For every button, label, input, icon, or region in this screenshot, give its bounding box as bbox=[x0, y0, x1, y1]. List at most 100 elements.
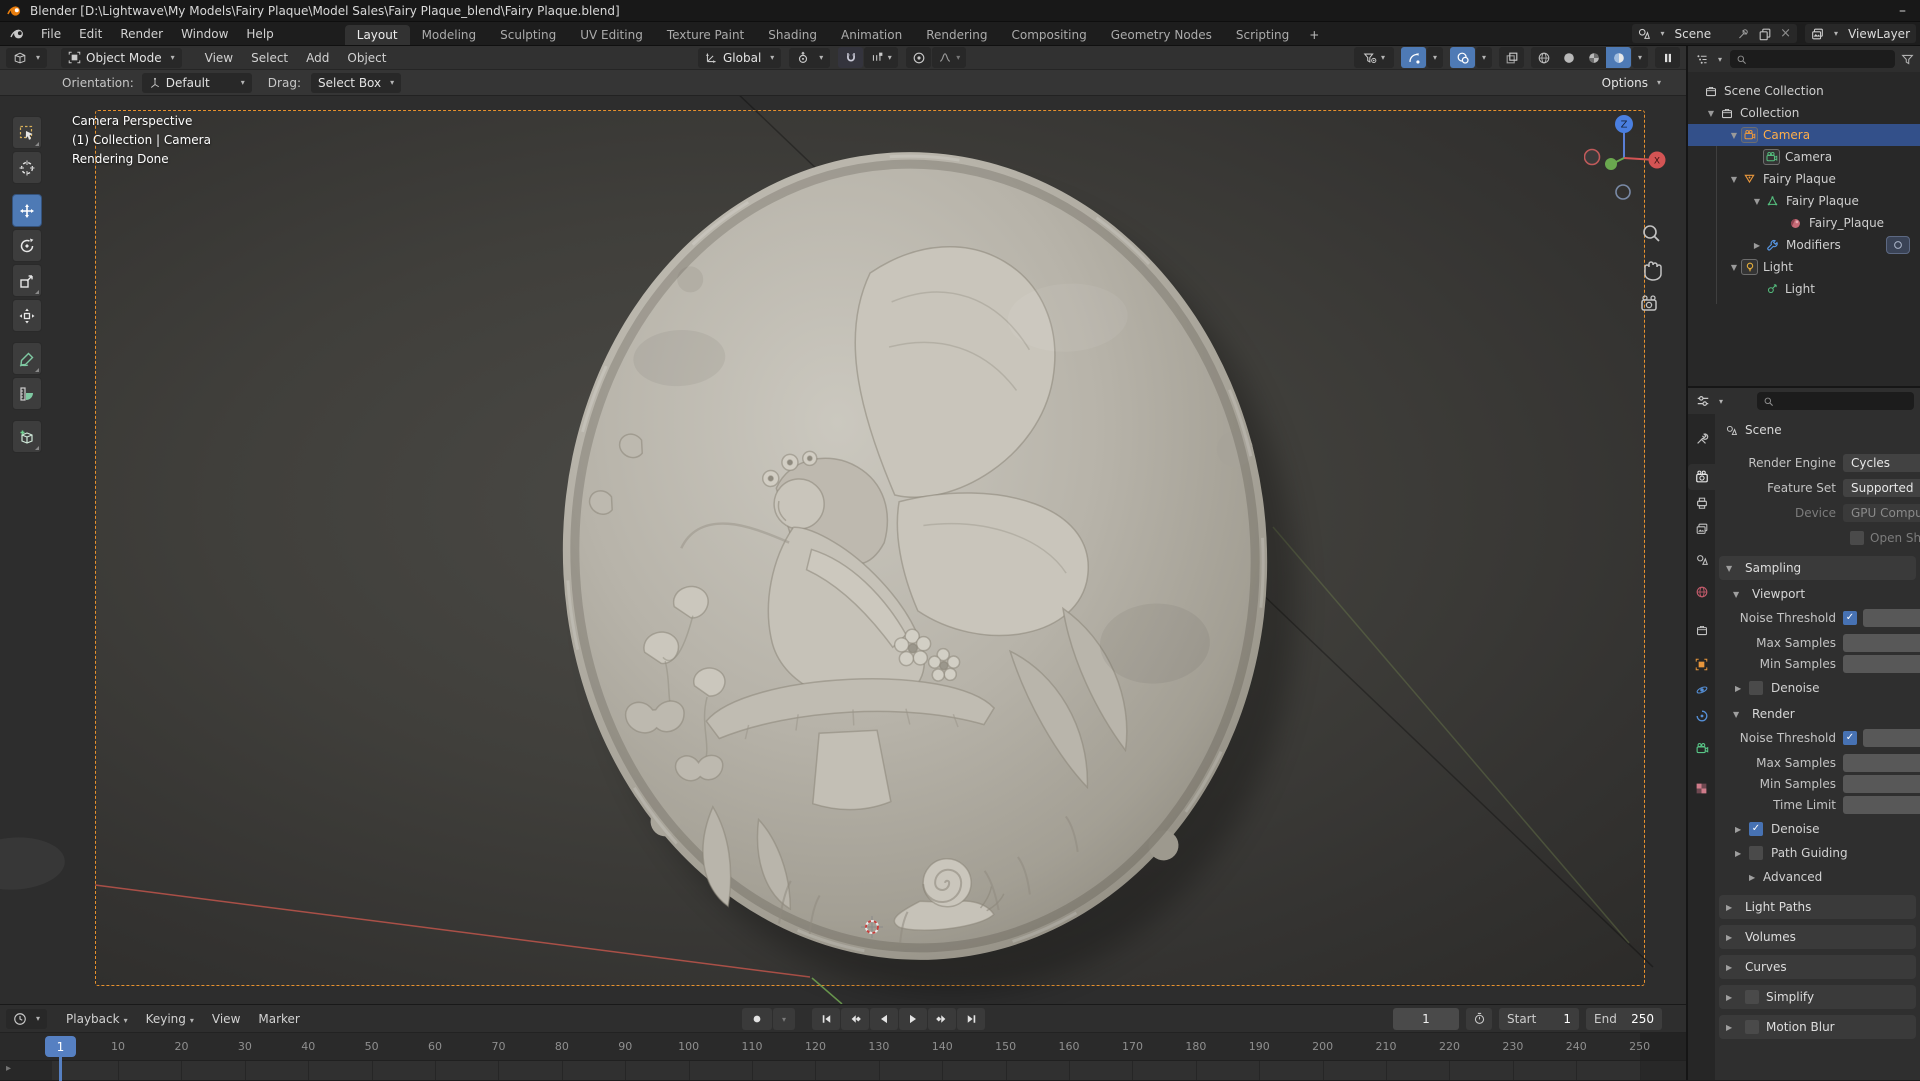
options-dropdown[interactable]: Options ▾ bbox=[1595, 73, 1668, 93]
render-noise-threshold-checkbox[interactable]: ✓ bbox=[1843, 730, 1857, 745]
path-guiding-checkbox[interactable] bbox=[1749, 846, 1763, 860]
viewport-denoise-checkbox[interactable] bbox=[1749, 681, 1763, 695]
tab-object-data[interactable] bbox=[1688, 735, 1715, 761]
playhead[interactable]: 1 bbox=[45, 1036, 76, 1057]
editor-type-dropdown[interactable]: ▾ bbox=[6, 47, 48, 68]
timeline-menu-keying[interactable]: Keying ▾ bbox=[137, 1010, 203, 1028]
properties-search-input[interactable] bbox=[1757, 392, 1914, 410]
nav-gizmo[interactable]: Z X bbox=[1584, 114, 1668, 314]
expand-caret[interactable]: ▼ bbox=[1727, 175, 1741, 184]
render-noise-threshold-value-field[interactable] bbox=[1863, 728, 1920, 747]
outliner-row-camera-object[interactable]: ▼ Camera bbox=[1688, 124, 1920, 146]
snap-target-dropdown[interactable]: ▾ bbox=[864, 47, 899, 68]
menu-render[interactable]: Render bbox=[111, 25, 172, 43]
expand-caret[interactable]: ▶ bbox=[1750, 241, 1764, 250]
unlink-scene-icon[interactable]: × bbox=[1780, 26, 1791, 41]
time-limit-value-field[interactable] bbox=[1843, 795, 1920, 814]
scene-browse-button[interactable] bbox=[1632, 23, 1657, 44]
shading-wireframe-button[interactable] bbox=[1531, 47, 1556, 68]
sampling-section-header[interactable]: ▼ Sampling bbox=[1719, 556, 1916, 580]
tab-layout[interactable]: Layout bbox=[344, 24, 410, 45]
zoom-view-icon[interactable] bbox=[1643, 225, 1660, 242]
outliner-row-fairy-plaque-object[interactable]: ▼ Fairy Plaque bbox=[1688, 168, 1920, 190]
sampling-render-subheader[interactable]: ▼ Render bbox=[1715, 703, 1920, 725]
viewport-menu-view[interactable]: View bbox=[196, 49, 242, 67]
tab-compositing[interactable]: Compositing bbox=[999, 25, 1098, 45]
xray-toggle-button[interactable] bbox=[1499, 47, 1524, 68]
snap-toggle-button[interactable] bbox=[838, 47, 864, 68]
object-visibility-dropdown[interactable]: ▾ bbox=[1354, 47, 1394, 68]
outliner-row-fairy-plaque-mesh[interactable]: ▼ Fairy Plaque bbox=[1688, 190, 1920, 212]
current-frame-field[interactable]: 1 bbox=[1393, 1007, 1459, 1030]
tool-rotate[interactable] bbox=[12, 229, 42, 262]
light-paths-section[interactable]: ▶ Light Paths bbox=[1719, 895, 1916, 919]
render-engine-dropdown[interactable]: Cycles bbox=[1843, 453, 1920, 472]
timeline-menu-playback[interactable]: Playback ▾ bbox=[57, 1010, 137, 1028]
render-max-samples-value-field[interactable] bbox=[1843, 753, 1920, 772]
next-keyframe-button[interactable] bbox=[928, 1008, 956, 1030]
timeline-tracks[interactable]: ▸ bbox=[0, 1061, 1686, 1080]
outliner-row-scene-collection[interactable]: Scene Collection bbox=[1688, 80, 1920, 102]
outliner-row-modifiers[interactable]: ▶ Modifiers bbox=[1688, 234, 1920, 256]
pivot-point-dropdown[interactable]: ▾ bbox=[789, 47, 831, 68]
expand-caret[interactable]: ▼ bbox=[1727, 263, 1741, 272]
feature-set-dropdown[interactable]: Supported bbox=[1843, 478, 1920, 497]
gizmo-neg-z-axis[interactable] bbox=[1615, 184, 1631, 200]
outliner-editor-dropdown[interactable]: ▾ bbox=[1694, 49, 1724, 69]
overlays-toggle-button[interactable] bbox=[1450, 47, 1475, 68]
outliner-row-collection[interactable]: ▼ Collection bbox=[1688, 102, 1920, 124]
render-min-samples-value-field[interactable] bbox=[1843, 774, 1920, 793]
simplify-section[interactable]: ▶ Simplify bbox=[1719, 985, 1916, 1009]
auto-keying-button[interactable] bbox=[742, 1008, 772, 1030]
modifier-subsurf-button[interactable] bbox=[1886, 236, 1910, 254]
gizmo-neg-x-axis[interactable] bbox=[1584, 148, 1601, 166]
tab-scene[interactable] bbox=[1688, 547, 1715, 573]
tab-uv-editing[interactable]: UV Editing bbox=[568, 25, 655, 45]
motion-blur-checkbox[interactable] bbox=[1745, 1020, 1759, 1034]
shading-rendered-button[interactable] bbox=[1606, 47, 1631, 68]
overlays-dropdown[interactable]: ▾ bbox=[1476, 47, 1492, 68]
sampling-viewport-subheader[interactable]: ▼ Viewport bbox=[1715, 583, 1920, 605]
tab-modeling[interactable]: Modeling bbox=[410, 25, 489, 45]
tool-transform[interactable] bbox=[12, 299, 42, 332]
add-workspace-button[interactable]: + bbox=[1301, 25, 1327, 45]
minimize-button[interactable]: – bbox=[1899, 3, 1906, 19]
jump-to-end-button[interactable] bbox=[957, 1008, 985, 1030]
drag-dropdown[interactable]: Select Box ▾ bbox=[310, 72, 402, 93]
volumes-section[interactable]: ▶ Volumes bbox=[1719, 925, 1916, 949]
tool-annotate[interactable] bbox=[12, 342, 42, 375]
proportional-falloff-dropdown[interactable]: ▾ bbox=[932, 47, 967, 68]
tab-constraints[interactable] bbox=[1688, 703, 1715, 729]
render-denoise-row[interactable]: ▶ ✓ Denoise bbox=[1715, 817, 1920, 841]
transform-orientation-dropdown[interactable]: Global ▾ bbox=[698, 47, 782, 68]
tab-view-layer[interactable] bbox=[1688, 516, 1715, 542]
viewlayer-browse-button[interactable] bbox=[1805, 23, 1830, 44]
tab-physics[interactable] bbox=[1688, 677, 1715, 703]
tab-sculpting[interactable]: Sculpting bbox=[488, 25, 568, 45]
blender-menu-logo-icon[interactable] bbox=[8, 26, 26, 42]
path-guiding-row[interactable]: ▶ Path Guiding bbox=[1715, 841, 1920, 865]
use-preview-range-button[interactable] bbox=[1466, 1007, 1492, 1030]
new-scene-icon[interactable] bbox=[1758, 27, 1772, 41]
frame-end-field[interactable]: End 250 bbox=[1586, 1007, 1662, 1030]
timeline-editor-dropdown[interactable]: ▾ bbox=[6, 1008, 48, 1029]
tool-move[interactable] bbox=[12, 194, 42, 227]
viewport-canvas[interactable]: Camera Perspective (1) Collection | Came… bbox=[0, 96, 1686, 1004]
expand-caret[interactable]: ▼ bbox=[1727, 131, 1741, 140]
simplify-checkbox[interactable] bbox=[1745, 990, 1759, 1004]
pan-view-icon[interactable] bbox=[1644, 261, 1662, 281]
tab-texture-paint[interactable]: Texture Paint bbox=[655, 25, 756, 45]
expand-caret[interactable]: ▼ bbox=[1750, 197, 1764, 206]
pause-render-button[interactable] bbox=[1655, 47, 1680, 68]
properties-editor-dropdown[interactable]: ▾ bbox=[1694, 391, 1725, 411]
gizmo-y-axis[interactable] bbox=[1605, 158, 1617, 170]
prev-keyframe-button[interactable] bbox=[841, 1008, 869, 1030]
outliner-row-light-data[interactable]: Light bbox=[1688, 278, 1920, 300]
tab-texture[interactable] bbox=[1688, 775, 1715, 801]
tab-scripting[interactable]: Scripting bbox=[1224, 25, 1301, 45]
mode-dropdown[interactable]: Object Mode ▾ bbox=[61, 47, 182, 68]
tab-shading[interactable]: Shading bbox=[756, 25, 829, 45]
max-samples-value-field[interactable] bbox=[1843, 633, 1920, 652]
jump-to-start-button[interactable] bbox=[812, 1008, 840, 1030]
scene-name[interactable]: Scene bbox=[1665, 27, 1738, 41]
